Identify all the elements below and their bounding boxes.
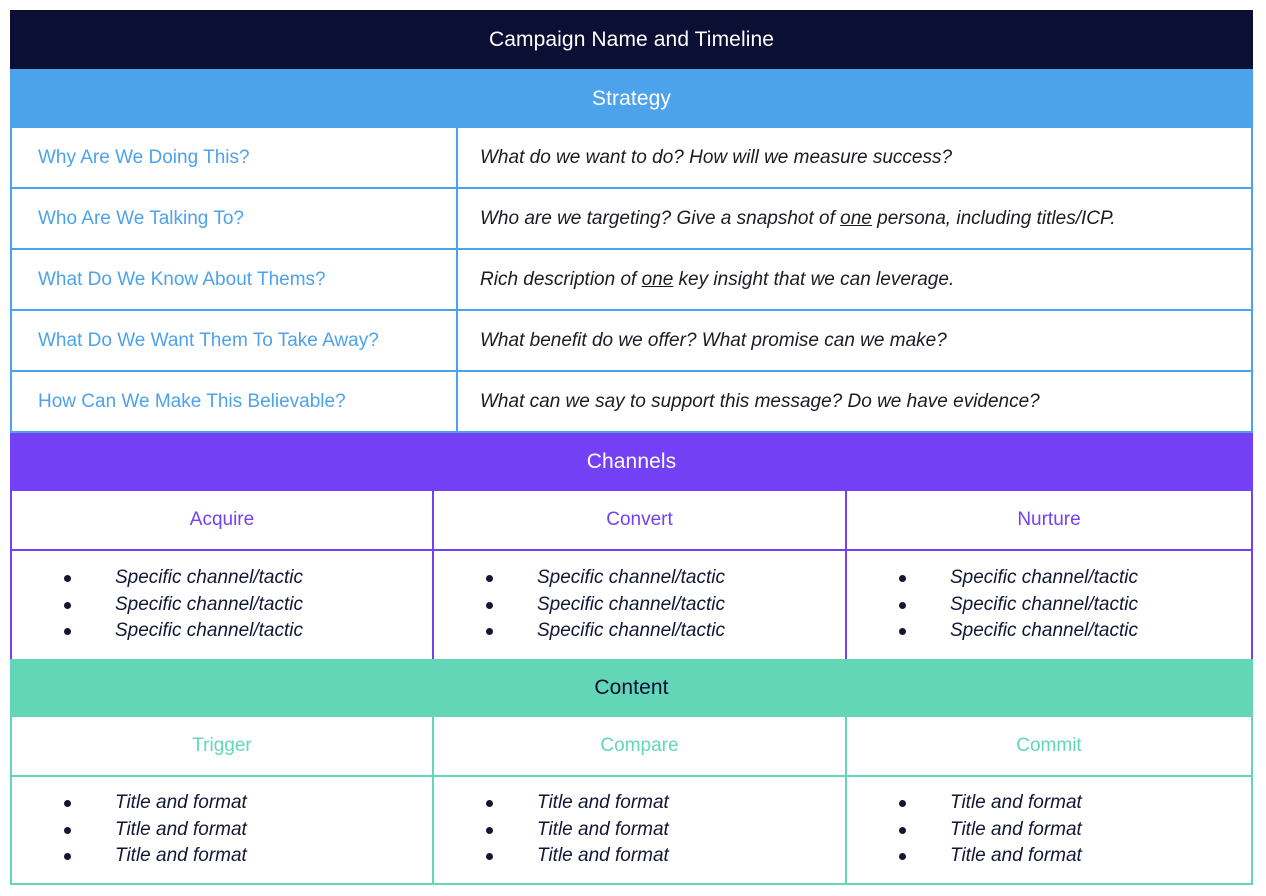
list-item[interactable]: Specific channel/tactic — [899, 565, 1138, 592]
channels-list-acquire: Specific channel/tactic Specific channel… — [10, 551, 434, 659]
list-item[interactable]: Title and format — [899, 790, 1082, 817]
list: Title and format Title and format Title … — [847, 790, 1082, 870]
list-item[interactable]: Specific channel/tactic — [64, 618, 303, 645]
strategy-question-label: What Do We Want Them To Take Away? — [38, 329, 379, 351]
list-item[interactable]: Specific channel/tactic — [64, 592, 303, 619]
table-row: What Do We Want Them To Take Away? What … — [10, 311, 1253, 372]
table-row: What Do We Know About Thems? Rich descri… — [10, 250, 1253, 311]
list: Specific channel/tactic Specific channel… — [434, 565, 725, 645]
strategy-answer-text: What do we want to do? How will we measu… — [480, 146, 953, 168]
content-list-compare: Title and format Title and format Title … — [434, 777, 847, 885]
strategy-question-4[interactable]: How Can We Make This Believable? — [10, 372, 458, 431]
table-row: Who Are We Talking To? Who are we target… — [10, 189, 1253, 250]
content-list-commit: Title and format Title and format Title … — [847, 777, 1253, 885]
channels-column-heading-nurture[interactable]: Nurture — [847, 491, 1253, 551]
strategy-answer-text: Rich description of one key insight that… — [480, 268, 955, 290]
list-item[interactable]: Specific channel/tactic — [64, 565, 303, 592]
section-header-channels: Channels — [10, 433, 1253, 491]
list: Specific channel/tactic Specific channel… — [12, 565, 303, 645]
content-heading-row: Trigger Compare Commit — [10, 717, 1253, 777]
channels-column-heading-convert[interactable]: Convert — [434, 491, 847, 551]
channels-column-heading-acquire[interactable]: Acquire — [10, 491, 434, 551]
list-item[interactable]: Title and format — [486, 843, 669, 870]
section-header-strategy: Strategy — [10, 69, 1253, 128]
list: Title and format Title and format Title … — [434, 790, 669, 870]
strategy-question-label: Who Are We Talking To? — [38, 207, 244, 229]
section-header-channels-label: Channels — [586, 450, 677, 473]
strategy-answer-4[interactable]: What can we say to support this message?… — [458, 372, 1253, 431]
channels-list-convert: Specific channel/tactic Specific channel… — [434, 551, 847, 659]
table-row: How Can We Make This Believable? What ca… — [10, 372, 1253, 433]
list-item[interactable]: Title and format — [486, 817, 669, 844]
content-column-heading-compare[interactable]: Compare — [434, 717, 847, 777]
strategy-question-label: How Can We Make This Believable? — [38, 390, 346, 412]
campaign-brief-table: Campaign Name and Timeline Strategy Why … — [10, 10, 1253, 885]
section-header-content-label: Content — [594, 676, 669, 699]
content-list-trigger: Title and format Title and format Title … — [10, 777, 434, 885]
strategy-question-1[interactable]: Who Are We Talking To? — [10, 189, 458, 248]
strategy-question-2[interactable]: What Do We Know About Thems? — [10, 250, 458, 309]
list-item[interactable]: Specific channel/tactic — [899, 618, 1138, 645]
content-column-heading-trigger[interactable]: Trigger — [10, 717, 434, 777]
channels-heading-row: Acquire Convert Nurture — [10, 491, 1253, 551]
content-list-row: Title and format Title and format Title … — [10, 777, 1253, 885]
table-row: Why Are We Doing This? What do we want t… — [10, 128, 1253, 189]
strategy-answer-0[interactable]: What do we want to do? How will we measu… — [458, 128, 1253, 187]
strategy-answer-text: What can we say to support this message?… — [480, 390, 1040, 412]
list: Title and format Title and format Title … — [12, 790, 247, 870]
page-title: Campaign Name and Timeline — [488, 27, 775, 51]
content-column-heading-commit[interactable]: Commit — [847, 717, 1253, 777]
strategy-question-0[interactable]: Why Are We Doing This? — [10, 128, 458, 187]
list: Specific channel/tactic Specific channel… — [847, 565, 1138, 645]
list-item[interactable]: Specific channel/tactic — [486, 565, 725, 592]
channels-list-row: Specific channel/tactic Specific channel… — [10, 551, 1253, 659]
list-item[interactable]: Title and format — [64, 790, 247, 817]
strategy-question-label: What Do We Know About Thems? — [38, 268, 326, 290]
strategy-answer-text: Who are we targeting? Give a snapshot of… — [480, 207, 1116, 229]
list-item[interactable]: Title and format — [486, 790, 669, 817]
section-header-strategy-label: Strategy — [591, 86, 671, 110]
strategy-answer-3[interactable]: What benefit do we offer? What promise c… — [458, 311, 1253, 370]
list-item[interactable]: Title and format — [64, 843, 247, 870]
campaign-title-banner: Campaign Name and Timeline — [10, 10, 1253, 69]
list-item[interactable]: Title and format — [64, 817, 247, 844]
list-item[interactable]: Specific channel/tactic — [486, 592, 725, 619]
strategy-answer-2[interactable]: Rich description of one key insight that… — [458, 250, 1253, 309]
channels-list-nurture: Specific channel/tactic Specific channel… — [847, 551, 1253, 659]
strategy-answer-text: What benefit do we offer? What promise c… — [480, 329, 947, 351]
strategy-question-label: Why Are We Doing This? — [38, 146, 250, 168]
list-item[interactable]: Title and format — [899, 843, 1082, 870]
strategy-answer-1[interactable]: Who are we targeting? Give a snapshot of… — [458, 189, 1253, 248]
list-item[interactable]: Title and format — [899, 817, 1082, 844]
section-header-content: Content — [10, 659, 1253, 717]
list-item[interactable]: Specific channel/tactic — [899, 592, 1138, 619]
strategy-question-3[interactable]: What Do We Want Them To Take Away? — [10, 311, 458, 370]
list-item[interactable]: Specific channel/tactic — [486, 618, 725, 645]
